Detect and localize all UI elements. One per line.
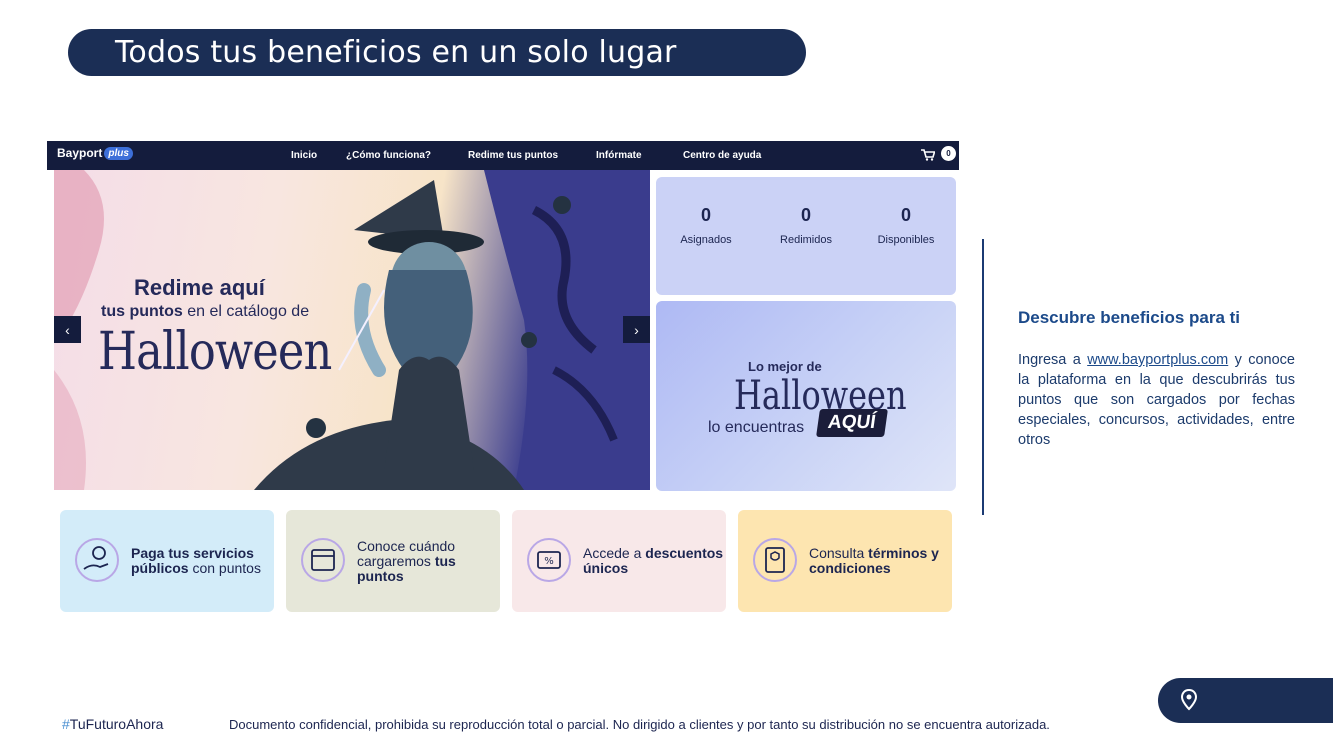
stat-value: 0 [800,205,811,225]
card-label: Consulta términos y condiciones [809,545,939,576]
nav-link-como-funciona[interactable]: ¿Cómo funciona? [346,150,468,161]
promo-line1: Lo mejor de [748,359,822,374]
card-terms[interactable]: Consulta términos y condiciones [738,510,952,612]
corner-badge [1158,678,1333,723]
calendar-icon [301,538,345,582]
card-label: Paga tus servicios públicos con puntos [131,545,261,576]
stat-disponibles: 0 Disponibles [861,205,951,246]
nav-link-centro-ayuda[interactable]: Centro de ayuda [683,150,783,161]
halloween-promo-banner[interactable]: Lo mejor de Halloween lo encuentras AQUÍ [656,301,956,491]
title-banner: Todos tus beneficios en un solo lugar [68,29,806,76]
location-pin-icon [1180,688,1198,711]
carousel-next-button[interactable]: › [623,316,650,343]
card-pay-services[interactable]: Paga tus servicios públicos con puntos [60,510,274,612]
side-heading: Descubre beneficios para ti [1018,308,1241,327]
footer-hashtag: #TuFuturoAhora [62,716,164,732]
website-screenshot: Bayport plus Inicio ¿Cómo funciona? Redi… [47,141,959,613]
cart-count-badge: 0 [941,146,956,161]
discount-ticket-icon: % [527,538,571,582]
stat-value: 0 [700,205,711,225]
stat-label: Redimidos [780,234,832,246]
stat-value: 0 [900,205,911,225]
bayport-logo[interactable]: Bayport plus [57,146,133,160]
card-label: Conoce cuándo cargaremos tus puntos [357,537,456,584]
logo-text: Bayport [57,146,103,160]
nav-link-inicio[interactable]: Inicio [291,150,346,161]
document-shield-icon [753,538,797,582]
bayportplus-link[interactable]: www.bayportplus.com [1087,352,1228,368]
stat-label: Asignados [680,234,732,246]
promo-line3: lo encuentras [708,419,805,436]
promo-aqui-button[interactable]: AQUÍ [816,409,888,437]
hero-subheading: tus puntos en el catálogo de [101,303,310,320]
site-navbar: Bayport plus Inicio ¿Cómo funciona? Redi… [47,141,959,170]
logo-plus-badge: plus [104,146,133,160]
stat-asignados: 0 Asignados [661,205,751,246]
page-title: Todos tus beneficios en un solo lugar [115,35,677,70]
card-discounts[interactable]: % Accede a descuentos únicos [512,510,726,612]
side-description: Ingresa a www.bayportplus.com y conoce l… [1018,352,1295,448]
stat-label: Disponibles [877,234,935,246]
footer-legal-notice: Documento confidencial, prohibida su rep… [229,717,1050,732]
hero-carousel-slide[interactable]: Redime aquí tus puntos en el catálogo de… [54,170,650,490]
cart-icon[interactable] [921,149,935,161]
stat-redimidos: 0 Redimidos [761,205,851,246]
lightbulb-hand-icon [75,538,119,582]
card-points-schedule[interactable]: Conoce cuándo cargaremos tus puntos [286,510,500,612]
divider-line [982,239,984,515]
card-label: Accede a descuentos únicos [583,545,724,576]
carousel-prev-button[interactable]: ‹ [54,316,81,343]
hero-heading: Redime aquí [134,275,265,300]
points-summary-panel: 0 Asignados 0 Redimidos 0 Disponibles [656,177,956,295]
svg-text:%: % [544,556,554,567]
hero-halloween-title: Halloween [98,322,332,382]
quick-links: Paga tus servicios públicos con puntos C… [60,510,952,612]
nav-link-informate[interactable]: Infórmate [596,150,683,161]
nav-link-redime[interactable]: Redime tus puntos [468,150,596,161]
